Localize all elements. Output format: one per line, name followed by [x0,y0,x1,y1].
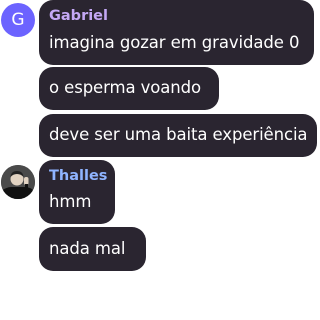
person-waving-photo-icon [1,165,35,199]
avatar-gabriel[interactable]: G [1,3,35,37]
author-name-thalles[interactable]: Thalles [49,167,107,185]
message-text: nada mal [49,239,126,258]
message-text: hmm [49,192,92,211]
message-text: imagina gozar em gravidade 0 [49,33,300,52]
message-bubble-gabriel-3[interactable]: deve ser uma baita experiência [39,114,317,157]
message-bubble-thalles-1[interactable]: Thalles hmm [39,160,115,224]
author-name-gabriel[interactable]: Gabriel [49,7,108,25]
message-bubble-gabriel-2[interactable]: o esperma voando [39,67,219,110]
message-text: o esperma voando [49,78,202,97]
avatar-letter: G [11,10,25,30]
message-bubble-thalles-2[interactable]: nada mal [39,227,146,271]
message-bubble-gabriel-1[interactable]: Gabriel imagina gozar em gravidade 0 [39,0,314,65]
message-text: deve ser uma baita experiência [49,125,308,144]
avatar-thalles[interactable] [1,165,35,199]
